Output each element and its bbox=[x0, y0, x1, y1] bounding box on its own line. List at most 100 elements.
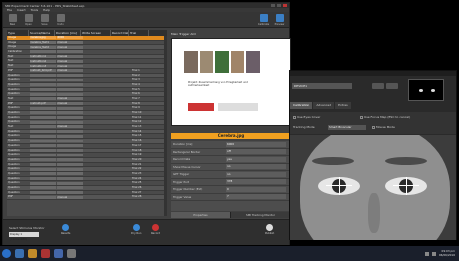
clock[interactable]: 09:03 pm 06/06/2016 bbox=[439, 249, 455, 257]
record-button[interactable]: Record bbox=[151, 224, 160, 235]
minimize-button[interactable] bbox=[271, 4, 275, 7]
table-row[interactable]: PDF manual Trial 28 bbox=[7, 195, 167, 201]
cell-name[interactable] bbox=[29, 172, 56, 176]
cell-dur[interactable] bbox=[56, 153, 83, 157]
network-icon[interactable] bbox=[424, 251, 429, 256]
cell-name[interactable]: Cerebra_Text2 bbox=[29, 45, 56, 49]
cell-dur[interactable]: manual bbox=[56, 55, 83, 59]
cell-dur[interactable]: manual bbox=[56, 59, 83, 63]
tab-properties[interactable]: Properties bbox=[171, 212, 231, 218]
experiment-center-icon[interactable] bbox=[67, 249, 76, 258]
cell-dur[interactable]: manual bbox=[56, 41, 83, 44]
cell-name[interactable] bbox=[29, 148, 56, 152]
property-value[interactable]: off bbox=[226, 149, 286, 155]
cell-name[interactable] bbox=[29, 177, 56, 180]
property-value[interactable]: no bbox=[226, 171, 286, 177]
cell-dur[interactable] bbox=[56, 83, 83, 87]
property-value[interactable]: no bbox=[226, 164, 286, 170]
cell-dur[interactable] bbox=[56, 134, 83, 138]
table-scrollbar[interactable] bbox=[164, 36, 167, 216]
property-value[interactable]: yes bbox=[226, 156, 286, 162]
property-value[interactable]: 7 bbox=[226, 194, 286, 200]
cell-name[interactable]: Instruktion3 bbox=[29, 64, 56, 68]
cell-dur[interactable]: manual bbox=[56, 64, 83, 68]
tracking-mode-select[interactable]: Smart Binocular bbox=[328, 125, 366, 130]
ie-icon[interactable] bbox=[15, 249, 24, 258]
preview-button[interactable]: Preview bbox=[273, 14, 286, 26]
cell-dur[interactable] bbox=[56, 148, 83, 152]
cell-name[interactable] bbox=[29, 195, 56, 199]
col-duration[interactable]: Duration [ms] bbox=[55, 30, 81, 36]
tab-extras[interactable]: Extras bbox=[335, 102, 351, 109]
close-button[interactable] bbox=[283, 4, 287, 7]
mouse-mode-option[interactable]: Mouse Mode bbox=[372, 125, 395, 129]
calibrate-button[interactable]: Calibrate bbox=[257, 14, 270, 26]
tab-advanced[interactable]: Advanced bbox=[313, 102, 335, 109]
cell-dur[interactable] bbox=[56, 106, 83, 110]
cell-name[interactable]: Cerebra_Text1 bbox=[29, 41, 56, 44]
cell-name[interactable] bbox=[29, 50, 56, 54]
cell-dur[interactable] bbox=[56, 144, 83, 148]
cell-dur[interactable] bbox=[56, 172, 83, 176]
cell-name[interactable] bbox=[29, 116, 56, 119]
col-source[interactable]: Source/Name bbox=[29, 30, 55, 36]
results-button[interactable]: Results bbox=[61, 224, 70, 235]
cell-name[interactable] bbox=[29, 158, 56, 162]
cell-dur[interactable] bbox=[56, 181, 83, 185]
cell-name[interactable] bbox=[29, 181, 56, 185]
use-eyes-option[interactable]: Use Eyes Cover bbox=[293, 115, 320, 119]
cell-dur[interactable]: manual bbox=[56, 125, 83, 129]
cell-dur[interactable] bbox=[56, 87, 83, 91]
save-button[interactable]: Save bbox=[38, 14, 51, 26]
publish-button[interactable]: Publish bbox=[265, 224, 274, 235]
cell-dur[interactable] bbox=[56, 50, 83, 54]
cell-dur[interactable]: 6000 bbox=[56, 36, 83, 40]
tab-calibration[interactable]: Calibration bbox=[290, 102, 313, 109]
maximize-button[interactable] bbox=[277, 4, 281, 7]
undo-button[interactable]: Undo bbox=[54, 14, 67, 26]
cell-dur[interactable] bbox=[56, 158, 83, 162]
start-button[interactable] bbox=[2, 249, 11, 258]
dry-run-button[interactable]: Dry Run bbox=[131, 224, 141, 235]
cell-name[interactable]: Instruktion2 bbox=[29, 59, 56, 63]
cell-name[interactable] bbox=[29, 83, 56, 87]
cell-dur[interactable]: manual bbox=[56, 69, 83, 73]
cell-dur[interactable]: manual bbox=[56, 97, 83, 101]
property-value[interactable]: 378 bbox=[226, 179, 286, 185]
cell-name[interactable] bbox=[29, 139, 56, 143]
settings-button[interactable] bbox=[386, 83, 398, 89]
device-select[interactable]: DEVICE1 bbox=[292, 83, 352, 89]
cell-name[interactable] bbox=[29, 87, 56, 91]
property-value[interactable]: 6000 bbox=[226, 141, 286, 147]
cell-dur[interactable] bbox=[56, 191, 83, 194]
cell-dur[interactable] bbox=[56, 120, 83, 124]
cell-dur[interactable] bbox=[56, 167, 83, 171]
cell-name[interactable] bbox=[29, 167, 56, 171]
cell-name[interactable] bbox=[29, 125, 56, 129]
open-button[interactable]: Open bbox=[22, 14, 35, 26]
cell-dur[interactable] bbox=[56, 92, 83, 96]
cell-name[interactable]: instrukt.pdf bbox=[29, 102, 56, 105]
cell-name[interactable] bbox=[29, 134, 56, 138]
cell-name[interactable] bbox=[29, 78, 56, 82]
cell-name[interactable] bbox=[29, 130, 56, 134]
cell-name[interactable]: Cerebra.jpg bbox=[29, 36, 56, 40]
cell-name[interactable] bbox=[29, 153, 56, 157]
cell-name[interactable] bbox=[29, 120, 56, 124]
cell-name[interactable] bbox=[29, 97, 56, 101]
cell-dur[interactable]: manual bbox=[56, 102, 83, 105]
cell-dur[interactable] bbox=[56, 139, 83, 143]
cell-name[interactable]: Instruktion1 bbox=[29, 55, 56, 59]
cell-dur[interactable]: manual bbox=[56, 45, 83, 49]
cell-dur[interactable] bbox=[56, 78, 83, 82]
cell-dur[interactable]: manual bbox=[56, 195, 83, 199]
cell-dur[interactable] bbox=[56, 162, 83, 166]
cell-name[interactable] bbox=[29, 162, 56, 166]
cell-name[interactable] bbox=[29, 111, 56, 115]
cell-dur[interactable] bbox=[56, 116, 83, 119]
use-focus-option[interactable]: Use Focus Map (ESC to cancel) bbox=[360, 115, 410, 119]
cell-dur[interactable] bbox=[56, 111, 83, 115]
cell-dur[interactable] bbox=[56, 177, 83, 180]
tab-tracking-monitor[interactable]: SMI Tracking Monitor bbox=[231, 212, 291, 218]
new-button[interactable]: New bbox=[6, 14, 19, 26]
